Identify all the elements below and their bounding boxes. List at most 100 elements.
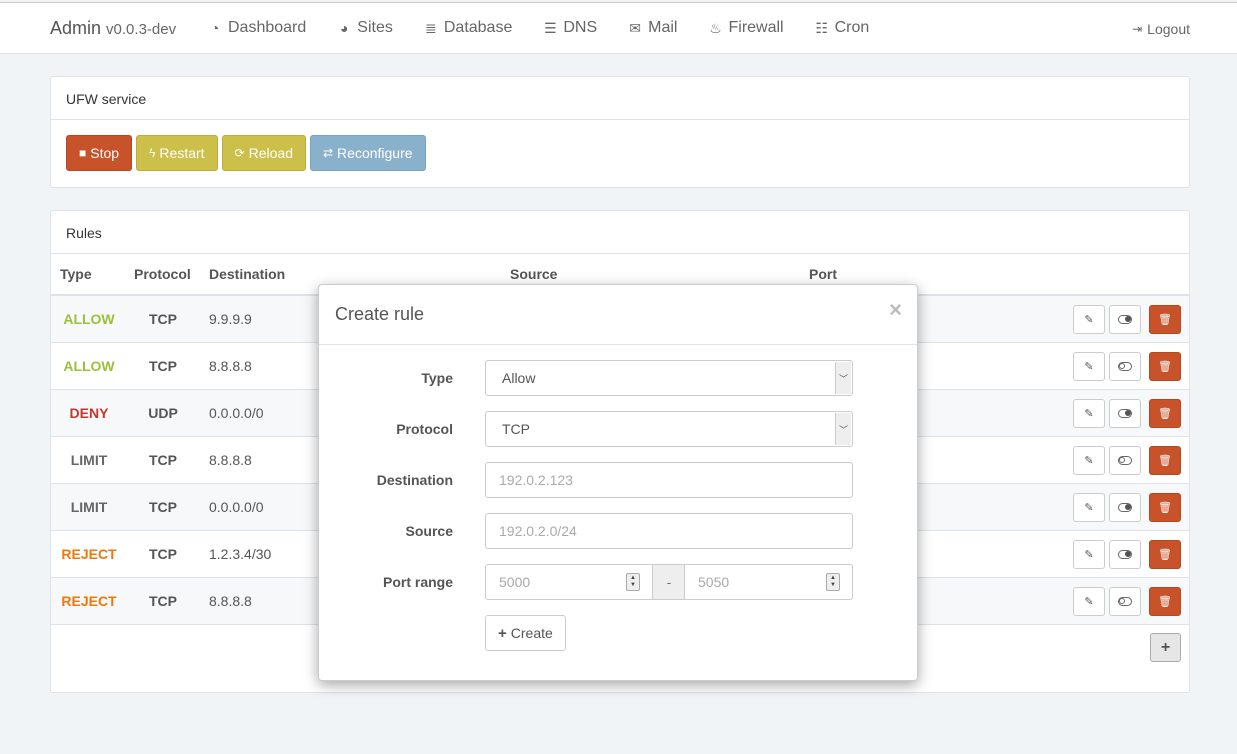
toggle-button[interactable] <box>1109 305 1141 334</box>
port-from-input[interactable]: 5000 ▲ ▼ <box>485 564 653 600</box>
row-actions: ✎ 🗑 <box>1069 446 1181 475</box>
refresh-icon: ⟳ <box>234 146 245 160</box>
row-actions: ✎ 🗑 <box>1069 587 1181 616</box>
reconfigure-button[interactable]: ⇄ Reconfigure <box>309 135 426 171</box>
delete-button[interactable]: 🗑 <box>1149 399 1181 428</box>
close-icon[interactable]: × <box>889 297 902 323</box>
toggle-button[interactable] <box>1109 540 1141 569</box>
source-input[interactable]: 192.0.2.0/24 <box>485 513 853 549</box>
nav-item-dashboard[interactable]: ◔ Dashboard <box>207 19 307 37</box>
col-type: Type <box>60 266 92 282</box>
port-to-placeholder: 5050 <box>698 574 730 590</box>
toggle-off-icon <box>1118 362 1132 371</box>
delete-button[interactable]: 🗑 <box>1149 540 1181 569</box>
edit-button[interactable]: ✎ <box>1073 352 1105 381</box>
col-protocol: Protocol <box>134 266 191 282</box>
spinner-icon[interactable]: ▲ ▼ <box>626 573 640 591</box>
nav-item-cron[interactable]: ☷ Cron <box>814 19 870 37</box>
rule-destination: 8.8.8.8 <box>209 358 252 374</box>
retweet-icon: ⇄ <box>322 146 334 160</box>
modal-title: Create rule <box>335 304 425 324</box>
protocol-select[interactable]: TCP ﹀ <box>485 411 853 447</box>
toggle-off-icon <box>1118 597 1132 606</box>
source-row: Source 192.0.2.0/24 <box>319 513 917 549</box>
brand[interactable]: Admin v0.0.3-dev <box>50 18 176 39</box>
port-to-input[interactable]: 5050 ▲ ▼ <box>684 564 853 600</box>
trash-icon: 🗑 <box>1158 596 1172 608</box>
rule-protocol: TCP <box>149 593 177 609</box>
type-label: Type <box>421 370 453 386</box>
reload-button[interactable]: ⟳ Reload <box>221 135 306 171</box>
stop-button[interactable]: ■ Stop <box>66 135 133 171</box>
nav-item-dns[interactable]: ☰ DNS <box>542 19 597 37</box>
toggle-button[interactable] <box>1109 446 1141 475</box>
toggle-on-icon <box>1118 550 1132 559</box>
plus-icon: + <box>498 624 507 642</box>
col-source: Source <box>510 266 558 282</box>
sign-out-icon: ⇥ <box>1132 22 1143 36</box>
ufw-service-panel: UFW service ■ Stop ϟ Restart ⟳ Reload ⇄ … <box>50 76 1190 188</box>
reconfigure-label: Reconfigure <box>337 145 413 161</box>
toggle-button[interactable] <box>1109 399 1141 428</box>
rule-protocol: UDP <box>148 405 178 421</box>
add-rule-button[interactable]: + <box>1150 633 1181 662</box>
edit-button[interactable]: ✎ <box>1073 493 1105 522</box>
logout-link[interactable]: ⇥ Logout <box>1132 21 1190 37</box>
edit-button[interactable]: ✎ <box>1073 587 1105 616</box>
brand-version: v0.0.3-dev <box>106 21 177 38</box>
row-actions: ✎ 🗑 <box>1069 352 1181 381</box>
chevron-down-icon: ﹀ <box>835 362 851 394</box>
delete-button[interactable]: 🗑 <box>1149 493 1181 522</box>
edit-button[interactable]: ✎ <box>1073 540 1105 569</box>
create-button[interactable]: + Create <box>485 615 566 651</box>
rule-protocol: TCP <box>149 546 177 562</box>
brand-title[interactable]: Admin <box>50 18 101 38</box>
toggle-on-icon <box>1118 409 1132 418</box>
chevron-down-icon: ﹀ <box>835 413 851 445</box>
top-navbar: Admin v0.0.3-dev ◔ Dashboard ◕ Sites ≣ Databa… <box>0 2 1237 54</box>
toggle-button[interactable] <box>1109 493 1141 522</box>
source-label: Source <box>405 523 453 539</box>
edit-button[interactable]: ✎ <box>1073 305 1105 334</box>
nav-item-database[interactable]: ≣ Database <box>423 19 513 37</box>
nav-item-mail[interactable]: ✉ Mail <box>627 19 677 37</box>
delete-button[interactable]: 🗑 <box>1149 352 1181 381</box>
spinner-icon[interactable]: ▲ ▼ <box>826 573 840 591</box>
port-range-row: Port range 5000 ▲ ▼ - 5050 ▲ ▼ <box>319 564 917 600</box>
trash-icon: 🗑 <box>1158 502 1172 514</box>
trash-icon: 🗑 <box>1158 549 1172 561</box>
rule-type: LIMIT <box>70 499 108 515</box>
toggle-button[interactable] <box>1109 352 1141 381</box>
rule-destination: 8.8.8.8 <box>209 593 252 609</box>
destination-input[interactable]: 192.0.2.123 <box>485 462 853 498</box>
type-select[interactable]: Allow ﹀ <box>485 360 853 396</box>
edit-button[interactable]: ✎ <box>1073 399 1105 428</box>
toggle-button[interactable] <box>1109 587 1141 616</box>
stop-label: Stop <box>90 145 120 161</box>
rule-type: DENY <box>69 405 109 421</box>
reload-label: Reload <box>248 145 293 161</box>
destination-label: Destination <box>376 472 453 488</box>
restart-button[interactable]: ϟ Restart <box>136 135 218 171</box>
delete-button[interactable]: 🗑 <box>1149 305 1181 334</box>
dashboard-icon: ◔ <box>210 20 220 36</box>
toggle-on-icon <box>1118 315 1132 324</box>
create-rule-modal: Create rule × Type Allow ﹀ Protocol TCP … <box>318 284 918 681</box>
nav-item-label: Cron <box>834 19 870 36</box>
bolt-icon: ϟ <box>149 146 156 160</box>
edit-button[interactable]: ✎ <box>1073 446 1105 475</box>
rule-protocol: TCP <box>149 499 177 515</box>
pencil-icon: ✎ <box>1084 549 1094 561</box>
delete-button[interactable]: 🗑 <box>1149 446 1181 475</box>
port-range-label: Port range <box>382 574 453 590</box>
delete-button[interactable]: 🗑 <box>1149 587 1181 616</box>
pencil-icon: ✎ <box>1084 361 1094 373</box>
logout-label: Logout <box>1147 21 1190 37</box>
rule-protocol: TCP <box>149 452 177 468</box>
fire-icon: ♨ <box>709 19 722 36</box>
col-port: Port <box>809 266 837 282</box>
pencil-icon: ✎ <box>1084 408 1094 420</box>
nav-item-firewall[interactable]: ♨ Firewall <box>707 19 783 37</box>
nav-item-label: Database <box>443 19 513 36</box>
nav-item-sites[interactable]: ◕ Sites <box>336 19 393 37</box>
